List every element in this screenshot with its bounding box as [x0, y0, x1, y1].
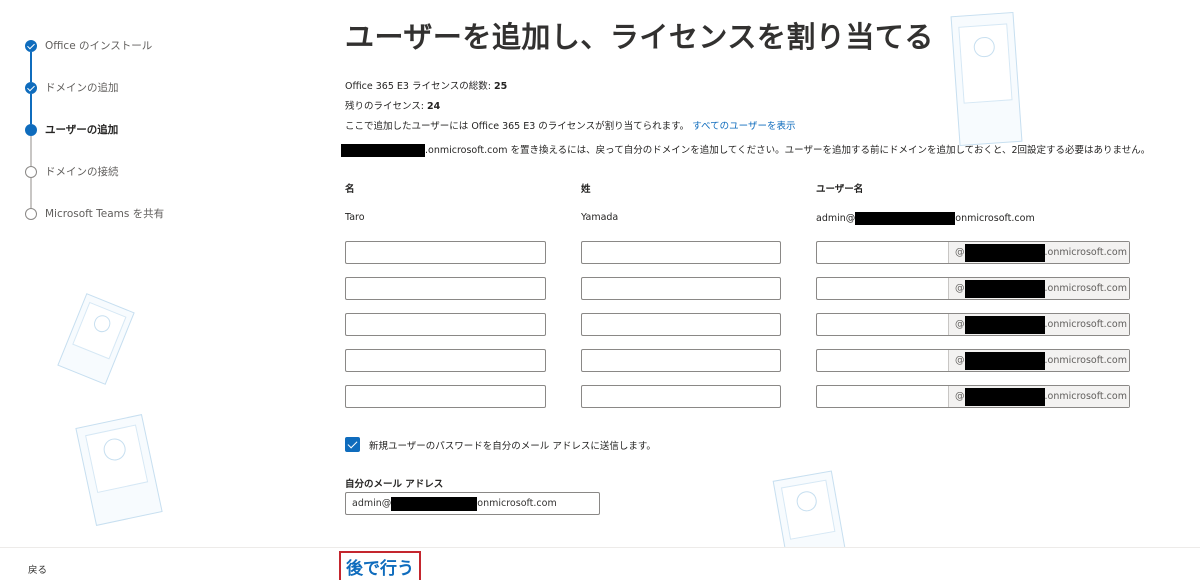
- redacted-domain: [964, 387, 1045, 406]
- redacted-domain: [964, 279, 1045, 298]
- page-title: ユーザーを追加し、ライセンスを割り当てる: [345, 20, 934, 54]
- last-name-input[interactable]: [581, 313, 781, 336]
- step-connector: [30, 52, 32, 82]
- decorative-card-top-right: [950, 11, 1023, 147]
- step-check-icon: [25, 40, 37, 52]
- step-connector: [30, 94, 32, 124]
- first-name-input[interactable]: [345, 241, 546, 264]
- domain-suffix: @ .onmicrosoft.com: [948, 386, 1129, 407]
- redacted-domain: [341, 144, 425, 157]
- column-header-last-name: 姓: [581, 184, 591, 195]
- admin-first-name: Taro: [345, 212, 365, 223]
- username-input[interactable]: @ .onmicrosoft.com: [816, 241, 1130, 264]
- redacted-domain: [391, 496, 478, 511]
- step-label: ユーザーの追加: [45, 124, 119, 136]
- first-name-input[interactable]: [345, 313, 546, 336]
- step-connector: [30, 178, 32, 208]
- send-password-label: 新規ユーザーのパスワードを自分のメール アドレスに送信します。: [369, 441, 656, 452]
- license-remaining: 残りのライセンス: 24: [345, 101, 441, 112]
- admin-username: admin@ onmicrosoft.com: [816, 212, 1035, 225]
- step-label: ドメインの追加: [45, 82, 119, 94]
- domain-suffix: @ .onmicrosoft.com: [948, 314, 1129, 335]
- assign-note: ここで追加したユーザーには Office 365 E3 のライセンスが割り当てら…: [345, 121, 796, 132]
- back-button[interactable]: 戻る: [28, 562, 47, 576]
- username-input[interactable]: @ .onmicrosoft.com: [816, 313, 1130, 336]
- admin-last-name: Yamada: [581, 212, 619, 223]
- redacted-domain: [964, 351, 1045, 370]
- step-connector: [30, 136, 32, 166]
- license-total: Office 365 E3 ライセンスの総数: 25: [345, 81, 508, 92]
- first-name-input[interactable]: [345, 349, 546, 372]
- my-email-label: 自分のメール アドレス: [345, 479, 444, 490]
- username-input[interactable]: @ .onmicrosoft.com: [816, 349, 1130, 372]
- my-email-input[interactable]: admin@ onmicrosoft.com: [345, 492, 600, 515]
- step-pending-icon: [25, 208, 37, 220]
- step-share-teams: Microsoft Teams を共有: [25, 206, 285, 248]
- domain-suffix: @ .onmicrosoft.com: [948, 350, 1129, 371]
- last-name-input[interactable]: [581, 241, 781, 264]
- step-check-icon: [25, 82, 37, 94]
- step-install-office: Office のインストール: [25, 38, 285, 82]
- redacted-domain: [855, 212, 956, 225]
- domain-note: .onmicrosoft.com を置き換えるには、戻って自分のドメインを追加し…: [341, 142, 1150, 157]
- step-label: ドメインの接続: [45, 166, 119, 178]
- decorative-card-left-1: [57, 293, 135, 385]
- last-name-input[interactable]: [581, 349, 781, 372]
- last-name-input[interactable]: [581, 277, 781, 300]
- send-password-checkbox[interactable]: [345, 437, 360, 452]
- username-input[interactable]: @ .onmicrosoft.com: [816, 277, 1130, 300]
- domain-suffix: @ .onmicrosoft.com: [948, 242, 1129, 263]
- step-pending-icon: [25, 166, 37, 178]
- column-header-first-name: 名: [345, 184, 355, 195]
- first-name-input[interactable]: [345, 277, 546, 300]
- username-input[interactable]: @ .onmicrosoft.com: [816, 385, 1130, 408]
- footer-bar: 戻る 後で行う: [0, 547, 1200, 580]
- step-active-icon: [25, 124, 37, 136]
- first-name-input[interactable]: [345, 385, 546, 408]
- domain-suffix: @ .onmicrosoft.com: [948, 278, 1129, 299]
- step-add-domain: ドメインの追加: [25, 80, 285, 124]
- redacted-domain: [964, 315, 1045, 334]
- last-name-input[interactable]: [581, 385, 781, 408]
- step-add-users: ユーザーの追加: [25, 122, 285, 166]
- step-connect-domain: ドメインの接続: [25, 164, 285, 208]
- setup-stepper: Office のインストール ドメインの追加 ユーザーの追加 ドメインの接続 M…: [25, 38, 285, 248]
- do-later-button[interactable]: 後で行う: [339, 551, 421, 580]
- step-label: Office のインストール: [45, 40, 153, 52]
- step-label: Microsoft Teams を共有: [45, 208, 165, 220]
- decorative-card-left-2: [75, 414, 163, 526]
- column-header-username: ユーザー名: [816, 184, 864, 195]
- redacted-domain: [964, 243, 1045, 262]
- view-all-users-link[interactable]: すべてのユーザーを表示: [692, 121, 795, 132]
